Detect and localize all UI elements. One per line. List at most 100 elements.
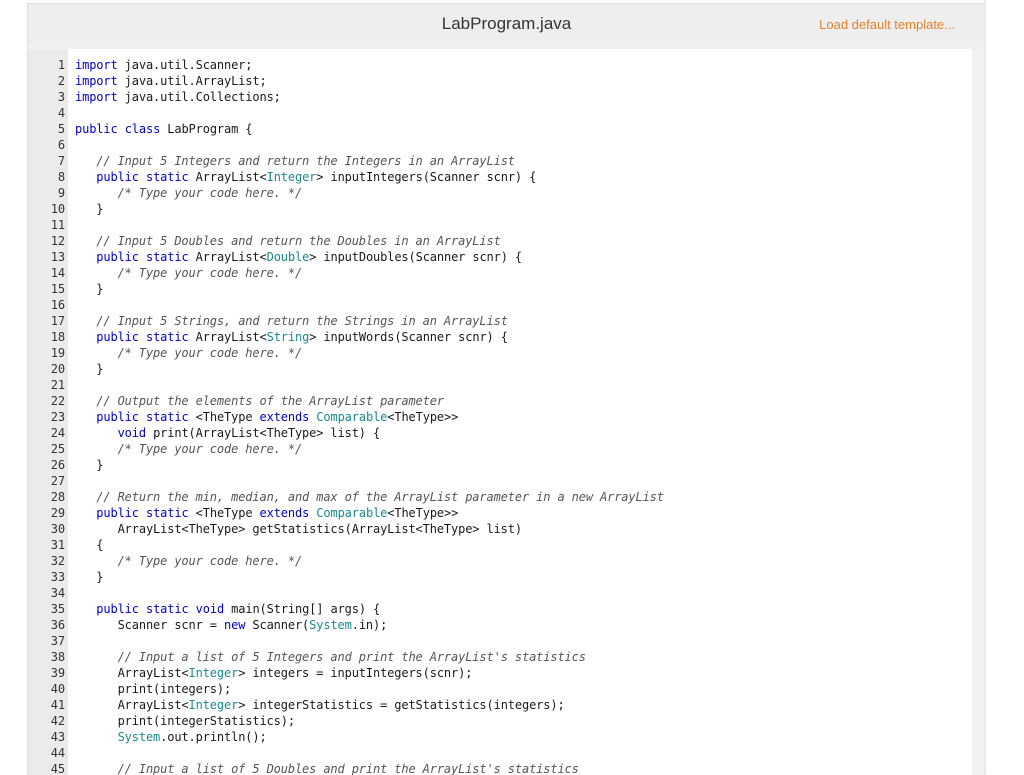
- load-default-template-link[interactable]: Load default template...: [819, 17, 955, 32]
- code-text: import java.util.ArrayList;: [75, 73, 267, 89]
- line-number: 16: [50, 298, 65, 312]
- keyword-token: static: [145, 250, 189, 264]
- code-token: <TheType: [188, 410, 260, 424]
- code-text: /* Type your code here. */: [75, 265, 303, 281]
- line-number: 14: [50, 266, 65, 280]
- line-number: 1: [57, 58, 65, 72]
- code-token: }: [75, 282, 104, 296]
- keyword-token: static: [145, 506, 189, 520]
- keyword-token: void: [117, 426, 147, 440]
- code-token: ArrayList<: [188, 250, 267, 264]
- comment-token: /* Type your code here. */: [117, 554, 303, 568]
- code-text: import java.util.Collections;: [75, 89, 281, 105]
- page-scrollbar[interactable]: [984, 0, 986, 774]
- keyword-token: static: [145, 330, 189, 344]
- line-number: 22: [50, 394, 65, 408]
- comment-token: // Input 5 Strings, and return the Strin…: [96, 314, 508, 328]
- keyword-token: import: [75, 74, 118, 88]
- code-text: // Input 5 Doubles and return the Double…: [75, 233, 501, 249]
- line-number: 7: [57, 154, 65, 168]
- line-number: 6: [57, 138, 65, 152]
- code-token: ArrayList<: [188, 330, 267, 344]
- line-number: 45: [50, 762, 65, 775]
- keyword-token: extends: [259, 506, 310, 520]
- keyword-token: public: [96, 410, 139, 424]
- code-token: java.util.ArrayList;: [117, 74, 267, 88]
- code-editor[interactable]: 1 import java.util.Scanner; 2 import java.u…: [28, 49, 972, 775]
- code-text: }: [75, 361, 103, 377]
- line-number: 38: [50, 650, 65, 664]
- line-number: 4: [57, 106, 65, 120]
- code-token: {: [75, 538, 104, 552]
- line-number: 28: [50, 490, 65, 504]
- code-text: print(integers);: [75, 681, 232, 697]
- code-token: LabProgram {: [160, 122, 253, 136]
- code-text: /* Type your code here. */: [75, 185, 303, 201]
- code-token: ArrayList<: [75, 666, 189, 680]
- line-number: 29: [50, 506, 65, 520]
- keyword-token: public: [96, 170, 139, 184]
- type-token: Comparable: [316, 410, 388, 424]
- comment-token: // Input 5 Doubles and return the Double…: [96, 234, 501, 248]
- type-token: Comparable: [316, 506, 388, 520]
- comment-token: // Return the min, median, and max of th…: [96, 490, 664, 504]
- code-token: > integerStatistics = getStatistics(inte…: [238, 698, 565, 712]
- line-number: 5: [57, 122, 65, 136]
- line-number: 21: [50, 378, 65, 392]
- line-number: 42: [50, 714, 65, 728]
- line-number: 15: [50, 282, 65, 296]
- code-token: main(String[] args) {: [224, 602, 381, 616]
- code-text: System.out.println();: [75, 729, 267, 745]
- line-number: 31: [50, 538, 65, 552]
- line-number: 8: [57, 170, 65, 184]
- code-text: public static ArrayList<Double> inputDou…: [75, 249, 522, 265]
- code-token: }: [75, 570, 104, 584]
- line-number: 43: [50, 730, 65, 744]
- code-text: // Input 5 Strings, and return the Strin…: [75, 313, 508, 329]
- code-text: public static ArrayList<String> inputWor…: [75, 329, 508, 345]
- line-number: 39: [50, 666, 65, 680]
- comment-token: // Input 5 Integers and return the Integ…: [96, 154, 515, 168]
- code-text: // Input 5 Integers and return the Integ…: [75, 153, 515, 169]
- type-token: Integer: [188, 698, 239, 712]
- keyword-token: new: [224, 618, 246, 632]
- line-number: 27: [50, 474, 65, 488]
- code-token: java.util.Collections;: [117, 90, 281, 104]
- line-number: 9: [57, 186, 65, 200]
- code-text: import java.util.Scanner;: [75, 57, 253, 73]
- keyword-token: class: [124, 122, 161, 136]
- keyword-token: void: [195, 602, 225, 616]
- code-text: print(integerStatistics);: [75, 713, 296, 729]
- code-editor-panel: LabProgram.java Load default template...…: [27, 3, 986, 775]
- keyword-token: static: [145, 170, 189, 184]
- code-text: /* Type your code here. */: [75, 441, 303, 457]
- comment-token: // Input a list of 5 Integers and print …: [117, 650, 586, 664]
- code-text: ArrayList<TheType> getStatistics(ArrayLi…: [75, 521, 523, 537]
- code-text: {: [75, 537, 103, 553]
- line-number: 41: [50, 698, 65, 712]
- line-number: 23: [50, 410, 65, 424]
- code-text: }: [75, 201, 103, 217]
- keyword-token: import: [75, 90, 118, 104]
- keyword-token: extends: [259, 410, 310, 424]
- keyword-token: static: [145, 410, 189, 424]
- code-text: /* Type your code here. */: [75, 553, 303, 569]
- line-number: 26: [50, 458, 65, 472]
- comment-token: /* Type your code here. */: [117, 186, 303, 200]
- code-text: /* Type your code here. */: [75, 345, 303, 361]
- code-token: Scanner(: [245, 618, 310, 632]
- code-text: ArrayList<Integer> integerStatistics = g…: [75, 697, 565, 713]
